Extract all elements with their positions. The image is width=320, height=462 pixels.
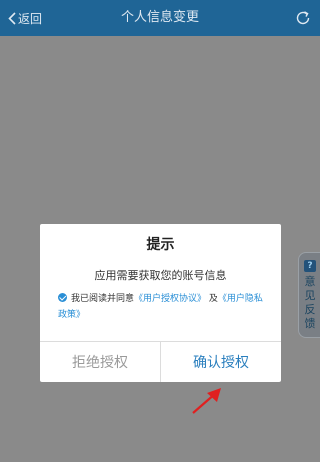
feedback-label: 意见反馈 [304,275,316,330]
refresh-icon [296,11,310,25]
back-button[interactable]: 返回 [8,0,42,36]
annotation-arrow-icon [192,388,221,414]
checkbox-checked-icon[interactable] [58,293,67,302]
agreement-and: 及 [208,294,218,304]
confirm-authorization-button[interactable]: 确认授权 [161,342,281,382]
agreement-prefix: 我已阅读并同意 [71,294,135,304]
back-label: 返回 [18,11,43,26]
refresh-button[interactable] [294,9,312,27]
dialog-buttons: 拒绝授权 确认授权 [40,341,281,382]
authorization-dialog: 提示 应用需要获取您的账号信息 我已阅读并同意《用户授权协议》 及《用户隐私政策… [40,224,281,382]
reject-authorization-button[interactable]: 拒绝授权 [40,342,161,382]
page-title: 个人信息变更 [120,10,199,25]
feedback-tab[interactable]: ? 意见反馈 [298,252,320,338]
dialog-title: 提示 [146,237,175,253]
dialog-message: 应用需要获取您的账号信息 [94,269,227,282]
help-icon: ? [304,260,316,272]
top-bar: 返回 个人信息变更 [0,0,320,36]
user-authorization-agreement-link[interactable]: 《用户授权协议》 [134,294,206,304]
agreement-row: 我已阅读并同意《用户授权协议》 及《用户隐私政策》 [58,291,268,323]
chevron-left-icon [8,11,16,25]
